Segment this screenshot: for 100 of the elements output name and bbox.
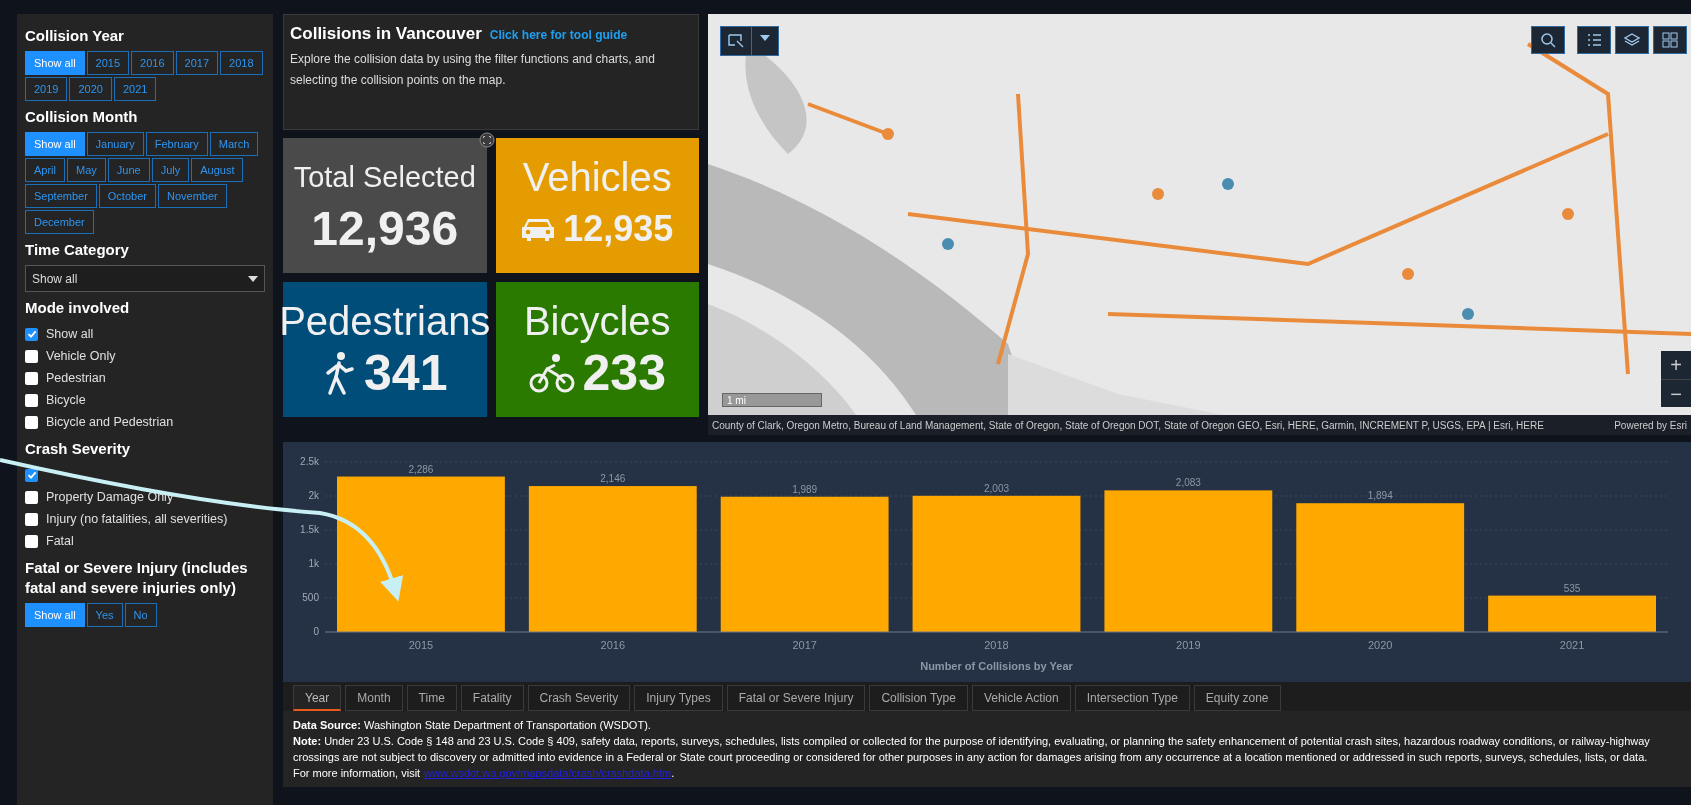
- chart-tab[interactable]: Vehicle Action: [971, 685, 1071, 711]
- period-text: .: [671, 766, 675, 781]
- basemap-button[interactable]: [1653, 26, 1687, 54]
- filter-button[interactable]: Show all: [25, 51, 85, 75]
- filter-button[interactable]: 2015: [86, 51, 130, 75]
- filter-button[interactable]: 2019: [25, 77, 68, 101]
- x-axis-title: Number of Collisions by Year: [920, 660, 1073, 672]
- filter-button[interactable]: December: [25, 210, 94, 234]
- chart-tab[interactable]: Fatality: [460, 685, 524, 711]
- card-label: Total Selected: [293, 159, 476, 195]
- card-label: Bicycles: [523, 297, 671, 344]
- checkbox[interactable]: [25, 512, 38, 526]
- zoom-out-button[interactable]: −: [1661, 379, 1691, 407]
- note-text: Note: Under 23 U.S. Code § 148 and 23 U.S. Code § 409, safety data, reports, surveys, schedules, lists compiled or collected for the purpose of identifying, evaluating, or planning the safety enhancement of potential crash sites, hazardous roadway conditions, or railway-highway crossings are not subject to discovery or admitted into evidence in a Federal or State court proceeding or considered for other purposes in any action for damages arising from any occurrence at a location mentioned or addressed in such reports, surveys, schedules, lists, or data.: [293, 734, 1651, 765]
- filter-button[interactable]: September: [25, 184, 97, 208]
- checkbox[interactable]: [25, 393, 38, 407]
- filter-button[interactable]: 2021: [113, 77, 157, 101]
- chart-tab[interactable]: Month: [345, 685, 403, 711]
- value-label: 535: [1563, 582, 1581, 594]
- chart-tab[interactable]: Year: [293, 685, 342, 711]
- y-tick-label: 2k: [308, 490, 319, 501]
- filter-button[interactable]: May: [67, 158, 106, 182]
- filter-button[interactable]: October: [98, 184, 156, 208]
- tool-guide-link[interactable]: Click here for tool guide: [489, 26, 628, 44]
- map-tool-button[interactable]: [720, 26, 779, 56]
- basemap-icon: [1662, 32, 1678, 48]
- zoom-in-button[interactable]: +: [1661, 351, 1691, 379]
- chart-tab[interactable]: Collision Type: [869, 685, 968, 711]
- checkbox-label: Injury (no fatalities, all severities): [46, 510, 228, 528]
- card-label: Vehicles: [522, 153, 672, 200]
- filter-button[interactable]: Show all: [25, 132, 85, 156]
- chart-tab[interactable]: Equity zone: [1193, 685, 1281, 711]
- value-label: 2,286: [408, 463, 434, 475]
- x-tick-label: 2020: [1367, 639, 1393, 651]
- card-value: 233: [582, 343, 666, 402]
- search-button[interactable]: [1531, 26, 1565, 54]
- powered-by-text: Powered by Esri: [1614, 418, 1687, 433]
- legend-button[interactable]: [1577, 26, 1611, 54]
- checkbox[interactable]: [25, 534, 38, 548]
- filter-button[interactable]: 2018: [220, 51, 263, 75]
- card-value: 341: [364, 343, 448, 402]
- layers-button[interactable]: [1615, 26, 1649, 54]
- legend-icon: [1586, 32, 1602, 48]
- section-heading: Collision Month: [25, 107, 139, 127]
- chart-tab[interactable]: Fatal or Severe Injury: [726, 685, 866, 711]
- value-label: 2,083: [1175, 477, 1201, 489]
- y-tick-label: 500: [302, 592, 319, 603]
- x-tick-label: 2017: [792, 639, 817, 651]
- filter-button[interactable]: January: [86, 132, 144, 156]
- filter-button[interactable]: November: [157, 184, 227, 208]
- checkbox-label: Bicycle: [46, 391, 86, 409]
- caret-icon: [248, 275, 258, 282]
- checkbox[interactable]: [25, 415, 38, 429]
- layers-icon: [1624, 32, 1640, 48]
- filter-button[interactable]: 2017: [175, 51, 219, 75]
- filter-button[interactable]: Yes: [86, 603, 123, 627]
- filter-button[interactable]: July: [151, 158, 190, 182]
- checkbox[interactable]: [25, 490, 38, 504]
- checkbox-label: Fatal: [46, 532, 74, 550]
- filter-button[interactable]: February: [145, 132, 208, 156]
- x-tick-label: 2021: [1559, 639, 1585, 651]
- scale-bar: 1 mi: [722, 393, 822, 407]
- filter-button[interactable]: 2020: [69, 77, 112, 101]
- chart-tab[interactable]: Crash Severity: [527, 685, 631, 711]
- section-heading: Time Category: [25, 240, 130, 260]
- y-tick-label: 0: [313, 626, 319, 637]
- value-label: 2,003: [984, 482, 1009, 494]
- checkbox-label: Show all: [46, 325, 94, 343]
- checkbox-label: Vehicle Only: [46, 347, 116, 365]
- info-text: For more information, visit: [293, 766, 421, 781]
- value-label: 1,989: [792, 483, 818, 495]
- section-heading: Crash Severity: [25, 439, 132, 459]
- expand-icon[interactable]: [479, 132, 495, 148]
- filter-button[interactable]: June: [107, 158, 150, 182]
- x-tick-label: 2016: [600, 639, 626, 651]
- y-tick-label: 1k: [308, 558, 319, 569]
- filter-button[interactable]: 2016: [131, 51, 174, 75]
- map-attribution: County of Clark, Oregon Metro, Bureau of Land Management, State of Oregon, State of Oregon DOT, State of Oregon GEO, Esri, HERE, Garmin, INCREMENT P, USGS, EPA | Esri, HERE: [712, 418, 1544, 433]
- x-tick-label: 2018: [984, 639, 1009, 651]
- filter-button[interactable]: Show all: [25, 603, 85, 627]
- filter-button[interactable]: March: [209, 132, 259, 156]
- page-title: Collisions in Vancouver: [290, 23, 482, 45]
- chart-tab[interactable]: Intersection Type: [1074, 685, 1190, 711]
- filter-button[interactable]: April: [25, 158, 65, 182]
- bar[interactable]: [1488, 595, 1656, 632]
- checkbox[interactable]: [25, 371, 38, 385]
- filter-button[interactable]: August: [191, 158, 244, 182]
- time-category-dropdown[interactable]: Show all: [25, 265, 265, 292]
- checkbox[interactable]: [25, 327, 38, 341]
- card-label: Pedestrians: [279, 297, 491, 344]
- checkbox[interactable]: [25, 349, 38, 363]
- x-tick-label: 2019: [1176, 639, 1201, 651]
- chart-tab[interactable]: Injury Types: [634, 685, 723, 711]
- chart-tab[interactable]: Time: [406, 685, 457, 711]
- checkbox-label: Bicycle and Pedestrian: [46, 413, 174, 431]
- bicycle-icon: [528, 352, 575, 393]
- value-label: 2,146: [600, 473, 626, 485]
- select-icon: [727, 33, 745, 49]
- y-tick-label: 2.5k: [300, 456, 319, 467]
- filter-button[interactable]: No: [124, 603, 157, 627]
